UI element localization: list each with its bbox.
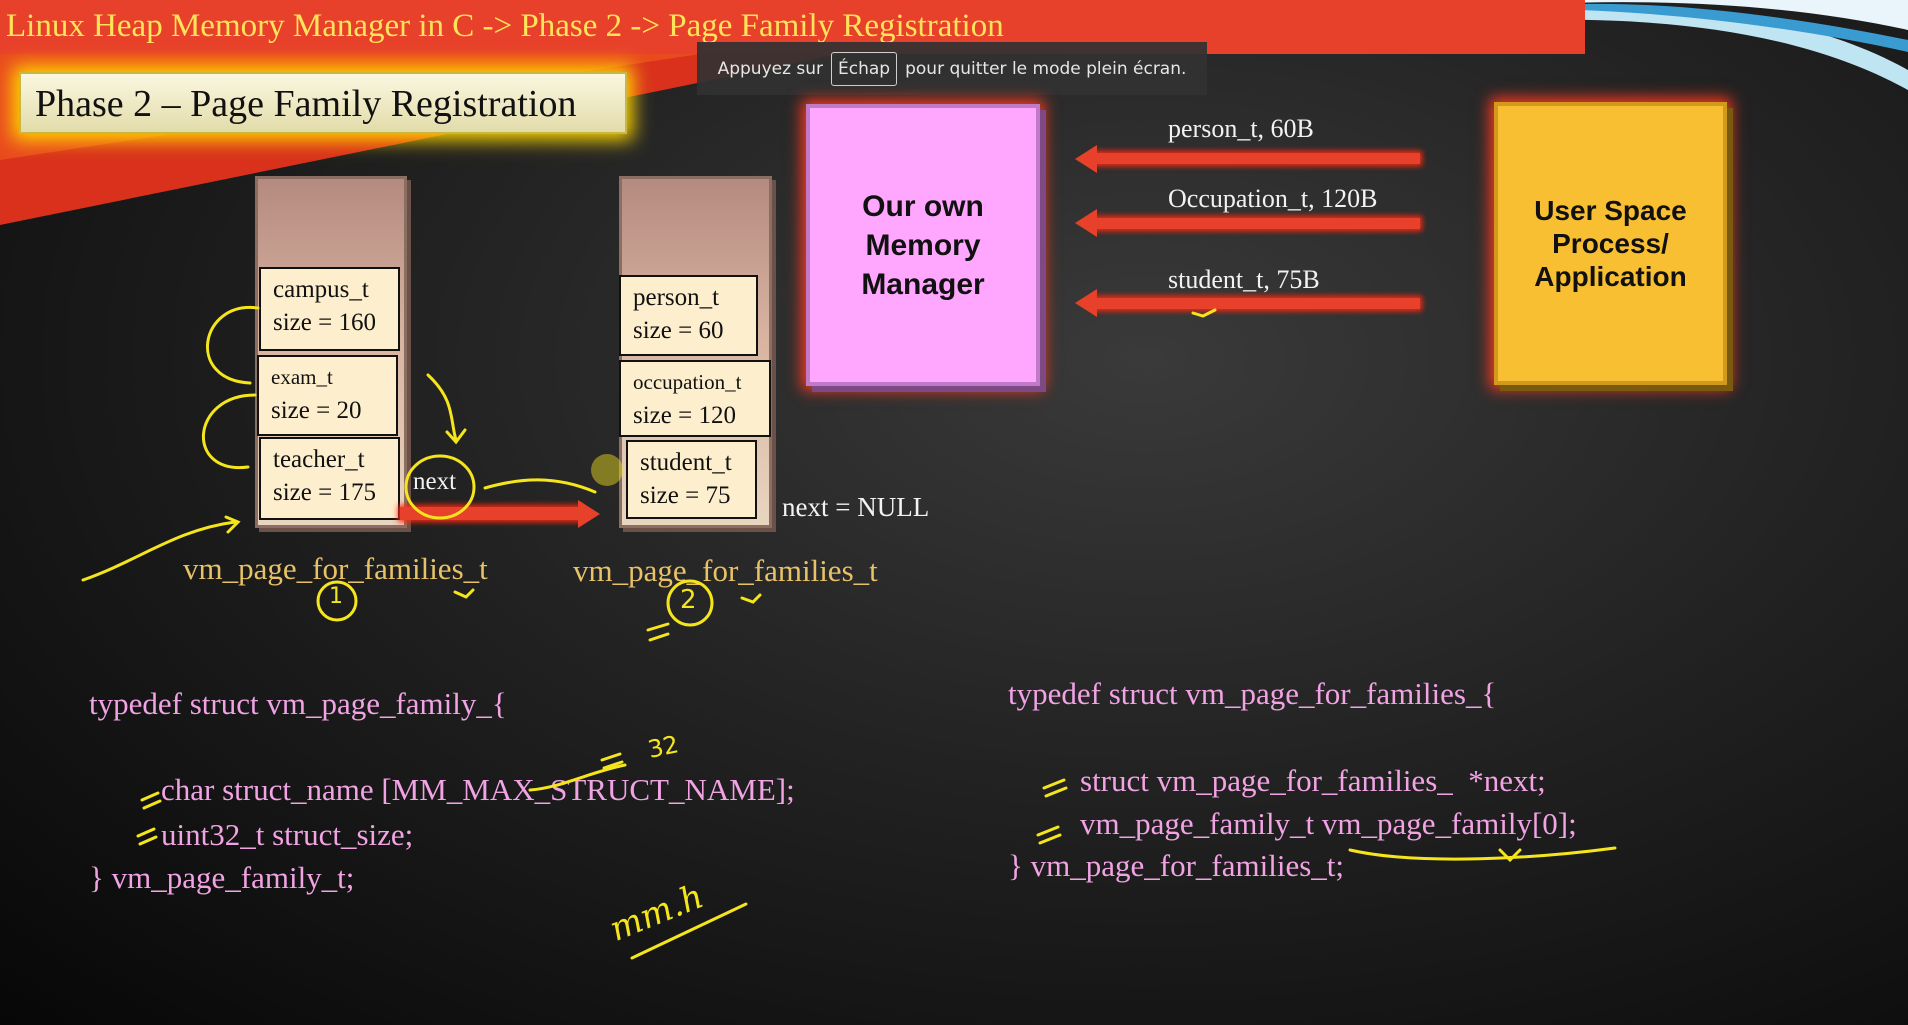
annotation-page2-number: 2 — [680, 585, 697, 615]
annotation-page1-number: 1 — [329, 584, 343, 609]
pen-annotations — [81, 306, 1617, 960]
